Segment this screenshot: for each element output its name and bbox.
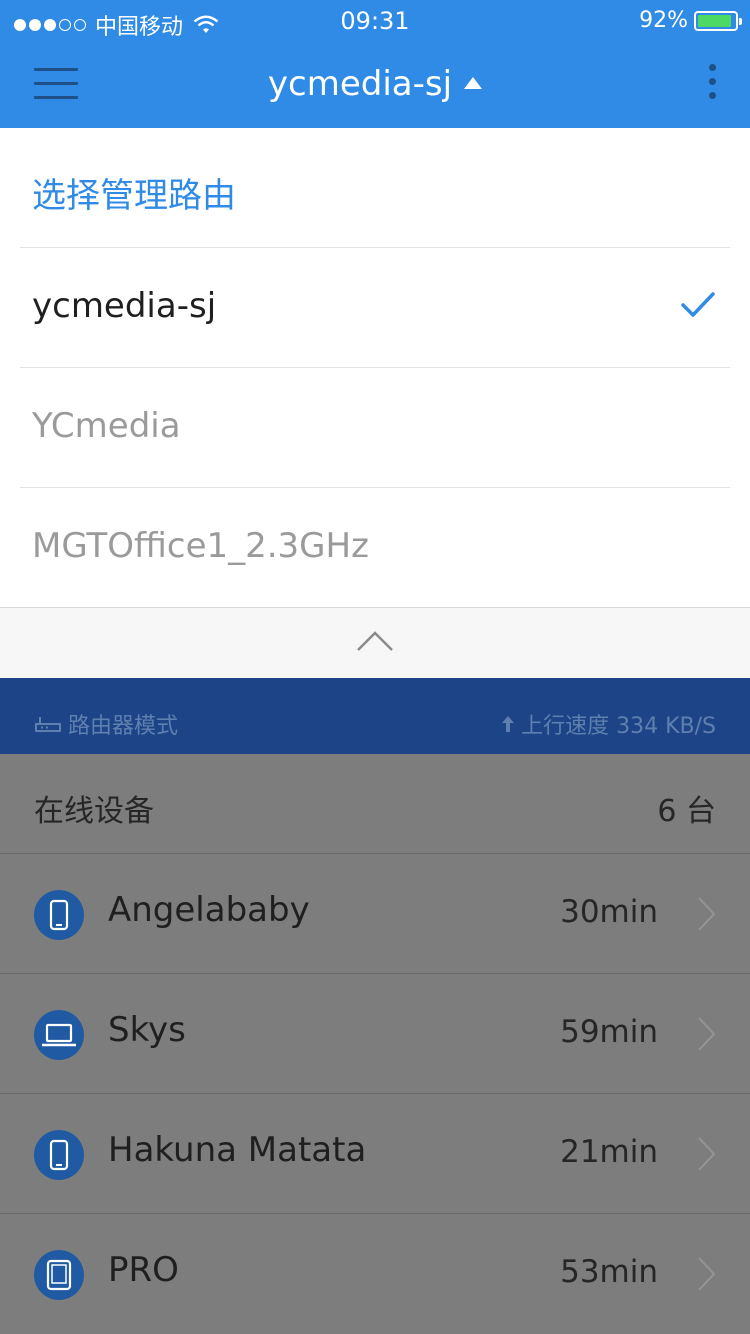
arrow-up-icon — [502, 716, 515, 732]
device-time: 59min — [560, 1014, 658, 1050]
upload-label: 上行速度 334 KB/S — [521, 714, 716, 739]
router-option-label: YCmedia — [32, 406, 181, 446]
mode-bar: 路由器模式 上行速度 334 KB/S — [0, 678, 750, 754]
chevron-up-icon — [357, 631, 393, 651]
device-name: Hakuna Matata — [108, 1130, 367, 1170]
chevron-right-icon — [698, 897, 716, 931]
device-row[interactable]: Skys 59min — [0, 974, 750, 1094]
laptop-icon — [34, 1010, 84, 1060]
nav-title: ycmedia-sj — [267, 64, 453, 104]
status-bar: 中国移动 09:31 92% — [0, 0, 750, 40]
device-row[interactable]: PRO 53min — [0, 1214, 750, 1334]
router-option-mgtoffice[interactable]: MGTOffice1_2.3GHz — [20, 487, 730, 607]
device-time: 30min — [560, 894, 658, 930]
device-time: 21min — [560, 1134, 658, 1170]
devices-section: 在线设备 6 台 Angelababy 30min Skys 59min Hak… — [0, 754, 750, 1334]
router-mode: 路由器模式 — [34, 708, 178, 740]
online-devices-header: 在线设备 6 台 — [0, 754, 750, 854]
dropdown-header: 选择管理路由 — [32, 176, 236, 216]
online-devices-count: 6 台 — [657, 794, 716, 829]
phone-icon — [34, 890, 84, 940]
router-dropdown: 选择管理路由 ycmedia-sj YCmedia MGTOffice1_2.3… — [0, 128, 750, 678]
device-name: Skys — [108, 1010, 186, 1050]
battery-indicator: 92% — [639, 8, 742, 33]
checkmark-icon — [681, 292, 715, 317]
nav-bar: ycmedia-sj — [0, 40, 750, 128]
chevron-right-icon — [698, 1017, 716, 1051]
device-name: Angelababy — [108, 890, 310, 930]
tablet-icon — [34, 1250, 84, 1300]
caret-up-icon — [464, 76, 483, 89]
device-row[interactable]: Hakuna Matata 21min — [0, 1094, 750, 1214]
chevron-right-icon — [698, 1137, 716, 1171]
collapse-dropdown-button[interactable] — [0, 607, 750, 678]
top-bar: 中国移动 09:31 92% ycmedia-sj — [0, 0, 750, 128]
router-option-label: MGTOffice1_2.3GHz — [32, 526, 369, 566]
chevron-right-icon — [698, 1257, 716, 1291]
mode-label: 路由器模式 — [68, 714, 179, 739]
battery-percent: 92% — [639, 8, 688, 33]
online-devices-label: 在线设备 — [34, 794, 154, 829]
router-option-ycmedia[interactable]: YCmedia — [20, 367, 730, 487]
more-vertical-icon[interactable] — [706, 64, 718, 106]
phone-icon — [34, 1130, 84, 1180]
device-time: 53min — [560, 1254, 658, 1290]
battery-icon — [694, 10, 742, 31]
router-option-label: ycmedia-sj — [32, 286, 217, 326]
status-time: 09:31 — [340, 7, 410, 35]
router-icon — [35, 717, 61, 732]
device-name: PRO — [108, 1250, 179, 1290]
router-option-ycmedia-sj[interactable]: ycmedia-sj — [20, 247, 730, 367]
device-row[interactable]: Angelababy 30min — [0, 854, 750, 974]
upload-speed: 上行速度 334 KB/S — [501, 708, 716, 740]
router-selector[interactable]: ycmedia-sj — [0, 64, 750, 104]
